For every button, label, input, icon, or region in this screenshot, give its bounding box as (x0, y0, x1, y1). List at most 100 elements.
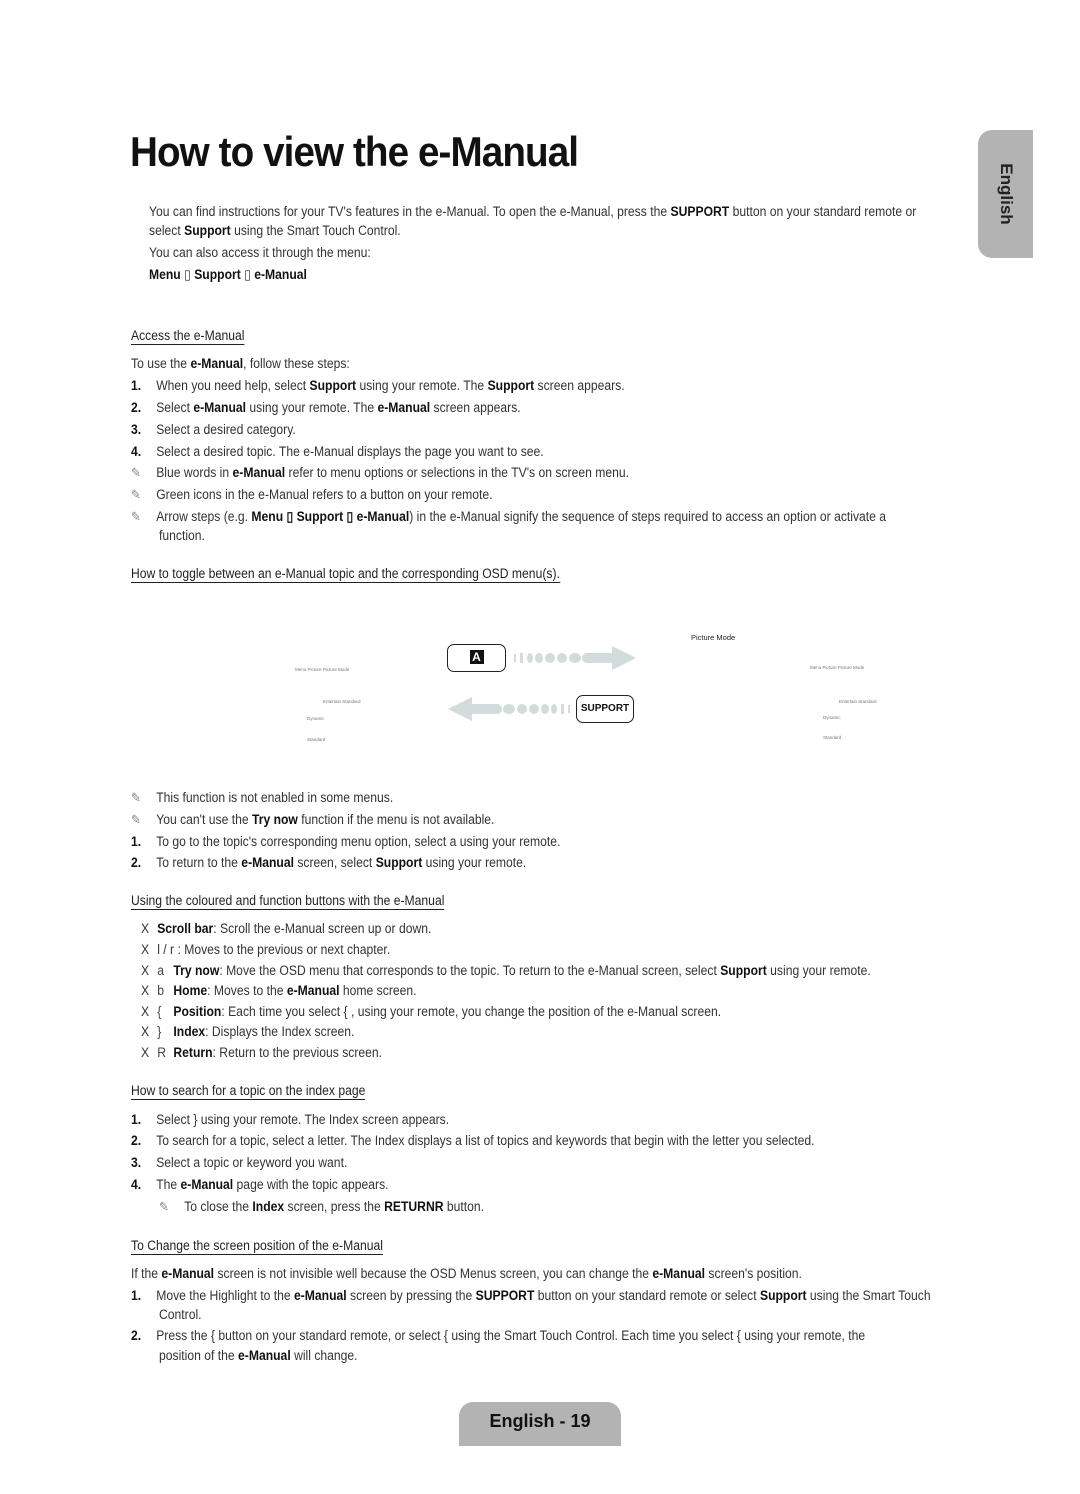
emph: Scroll bar (157, 921, 214, 936)
toggle-step: 1. To go to the topic's corresponding men… (131, 831, 560, 852)
text: home screen. (339, 983, 417, 998)
button-item: Xl / r : Moves to the previous or next c… (141, 939, 390, 960)
search-step: 2. To search for a topic, select a letter… (131, 1130, 814, 1151)
position-step: 1. Move the Highlight to the e-Manual scr… (131, 1285, 931, 1306)
text: Select } using your remote. The Index sc… (156, 1112, 450, 1127)
position-lead: If the e-Manual screen is not invisible … (131, 1263, 802, 1284)
toggle-step: 2. To return to the e-Manual screen, sele… (131, 852, 526, 873)
emph: Index (252, 1199, 285, 1214)
step-number: 3. (131, 422, 142, 437)
section-heading-toggle: How to toggle between an e-Manual topic … (131, 566, 560, 583)
note-pencil-icon: ✎ (159, 1199, 169, 1214)
emph: e-Manual (180, 1177, 234, 1192)
emph: e-Manual (377, 400, 431, 415)
access-note: ✎ Blue words in e-Manual refer to menu op… (131, 462, 629, 483)
note-pencil-icon: ✎ (131, 509, 141, 524)
text: will change. (290, 1348, 358, 1363)
step-number: 1. (131, 834, 142, 849)
text: Select a desired category. (156, 422, 296, 437)
emph: Return (173, 1045, 213, 1060)
emph: RETURNR (384, 1199, 444, 1214)
emph: Support (309, 378, 357, 393)
support-button-name: SUPPORT (670, 204, 730, 219)
position-step-cont: position of the e-Manual will change. (159, 1345, 358, 1366)
menu-path: Menu ▯ Support ▯ e-Manual (149, 264, 307, 285)
step-number: 1. (131, 1112, 142, 1127)
step-number: 2. (131, 855, 142, 870)
access-step: 2. Select e-Manual using your remote. The… (131, 397, 521, 418)
note-pencil-icon: ✎ (131, 487, 141, 502)
arrow-icon: ▯ (184, 267, 191, 282)
emph: Support (487, 378, 535, 393)
menu-path-step: e-Manual (254, 267, 307, 282)
text: button. (443, 1199, 485, 1214)
emph: e-Manual (293, 1288, 347, 1303)
step-number: 1. (131, 1288, 142, 1303)
intro-text: You can find instructions for your TV's … (149, 204, 671, 219)
access-lead: To use the e-Manual, follow these steps: (131, 353, 350, 374)
search-note: ✎ To close the Index screen, press the RE… (159, 1196, 484, 1217)
right-menu-row: Entertain Standard (839, 699, 877, 704)
text: ) in the e-Manual signify the sequence o… (409, 509, 887, 524)
access-note: ✎ Green icons in the e-Manual refers to a… (131, 484, 493, 505)
support-menu-name: Support (184, 223, 231, 238)
right-menu-row: Dynamic (823, 715, 841, 720)
home-symbol: b (157, 983, 164, 998)
note-pencil-icon: ✎ (131, 812, 141, 827)
intro-line-3: You can also access it through the menu: (149, 245, 371, 260)
emph: e-Manual (241, 855, 294, 870)
text: screen, press the (284, 1199, 385, 1214)
access-step: 1. When you need help, select Support usi… (131, 375, 625, 396)
access-step: 4. Select a desired topic. The e-Manual d… (131, 441, 544, 462)
a-button-symbol: a (449, 834, 457, 849)
text: function if the menu is not available. (297, 812, 495, 827)
text: Press the { button on your standard remo… (156, 1328, 866, 1343)
text: using your remote. (766, 963, 871, 978)
text: using your remote. The (246, 400, 378, 415)
text: screen by pressing the (346, 1288, 476, 1303)
text: , follow these steps: (243, 356, 350, 371)
text: You can't use the (156, 812, 252, 827)
button-item: X R Return: Return to the previous screen. (141, 1042, 382, 1063)
language-side-tab: English (978, 130, 1033, 258)
text: : Each time you select { , using your re… (221, 1004, 722, 1019)
step-number: 2. (131, 1328, 142, 1343)
text: : Moves to the (207, 983, 287, 998)
intro-line-2: select Support using the Smart Touch Con… (149, 220, 401, 241)
emph: Support (720, 963, 767, 978)
section-heading-search: How to search for a topic on the index p… (131, 1083, 366, 1100)
arrow-right-icon (514, 646, 636, 670)
right-menu-breadcrumb: Menu Picture Picture Mode (810, 665, 865, 670)
text: : Displays the Index screen. (205, 1024, 355, 1039)
page-number-footer: English - 19 (459, 1402, 621, 1446)
search-step: 3. Select a topic or keyword you want. (131, 1152, 347, 1173)
emph: e-Manual (161, 1266, 215, 1281)
prev-next-symbol: l / r (157, 942, 175, 957)
emph: e-Manual (190, 356, 244, 371)
emph: e-Manual (232, 465, 286, 480)
intro-text: select (149, 223, 185, 238)
section-heading-access: Access the e-Manual (131, 328, 245, 345)
left-menu-row: Entertain Standard (323, 699, 361, 704)
step-number: 2. (131, 1133, 142, 1148)
page-title: How to view the e-Manual (130, 128, 579, 175)
button-item: X {Position: Each time you select { , usi… (141, 1001, 721, 1022)
text: using your remote. The (356, 378, 488, 393)
emph: SUPPORT (475, 1288, 535, 1303)
picture-mode-title: Picture Mode (691, 633, 736, 642)
text: : Return to the previous screen. (212, 1045, 383, 1060)
support-button: SUPPORT (576, 695, 634, 723)
emph: Try now (173, 963, 220, 978)
text: screen, select (293, 855, 376, 870)
try-now-symbol: a (157, 963, 164, 978)
text: using the Smart Touch (806, 1288, 931, 1303)
left-menu-breadcrumb: Menu Picture Picture Mode (295, 667, 350, 672)
menu-path-step: Menu (149, 267, 181, 282)
bullet-icon: X (141, 1004, 150, 1019)
text: screen appears. (430, 400, 521, 415)
text: To search for a topic, select a letter. … (156, 1133, 815, 1148)
return-symbol: R (157, 1045, 166, 1060)
left-menu-row: Dynamic (307, 716, 325, 721)
arrow-icon: ▯ (244, 267, 251, 282)
bullet-icon: X (141, 983, 150, 998)
